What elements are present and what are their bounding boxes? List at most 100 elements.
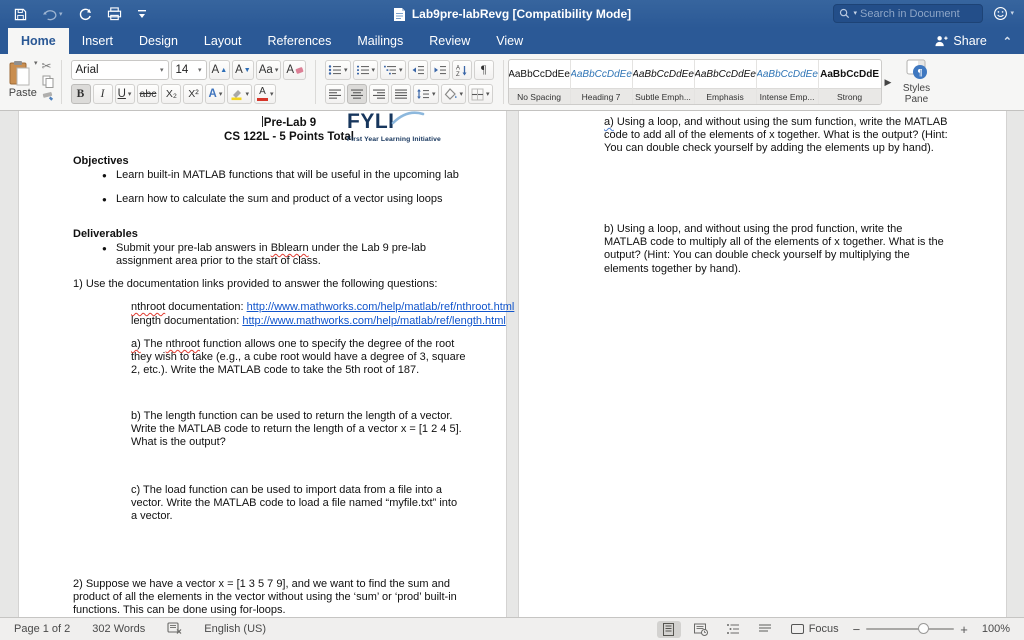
- question-2a: a) Using a loop, and without using the s…: [604, 116, 948, 155]
- share-button[interactable]: Share: [934, 34, 987, 48]
- sort-az-icon: AZ: [456, 65, 467, 77]
- align-center-button[interactable]: [347, 84, 367, 104]
- zoom-in-icon[interactable]: +: [960, 623, 968, 636]
- svg-text:Z: Z: [456, 72, 460, 77]
- paste-clipboard-icon: [9, 61, 30, 86]
- text-effects-button[interactable]: A ▾: [205, 84, 226, 104]
- redo-icon[interactable]: [78, 7, 92, 21]
- language-selector[interactable]: English (US): [204, 623, 266, 635]
- focus-toggle[interactable]: Focus: [790, 623, 839, 635]
- tab-layout[interactable]: Layout: [191, 28, 255, 54]
- multilevel-list-button[interactable]: ▾: [380, 60, 406, 80]
- font-family-value: Arial: [75, 64, 99, 76]
- align-right-button[interactable]: [369, 84, 389, 104]
- save-icon[interactable]: [14, 8, 27, 21]
- style-heading-7[interactable]: AaBbCcDdEe Heading 7: [570, 60, 633, 104]
- borders-button[interactable]: ▾: [468, 84, 493, 104]
- undo-icon[interactable]: ▾: [42, 8, 63, 21]
- style-emphasis[interactable]: AaBbCcDdEe Emphasis: [694, 60, 757, 104]
- tab-references[interactable]: References: [254, 28, 344, 54]
- numbered-list-button[interactable]: ▾: [352, 60, 379, 80]
- search-scope-caret[interactable]: ▾: [853, 10, 857, 17]
- grow-font-button[interactable]: A ▲: [208, 60, 231, 80]
- tab-insert[interactable]: Insert: [69, 28, 126, 54]
- customize-toolbar-icon[interactable]: [137, 8, 147, 20]
- share-label: Share: [953, 34, 987, 48]
- smiley-feedback-icon[interactable]: ▾: [993, 6, 1014, 21]
- style-no-spacing[interactable]: AaBbCcDdEe No Spacing: [508, 60, 571, 104]
- outline-view-icon[interactable]: [721, 621, 745, 638]
- question-1-intro: 1) Use the documentation links provided …: [73, 278, 438, 290]
- undo-dropdown-caret[interactable]: ▾: [59, 11, 63, 18]
- styles-gallery-more-icon[interactable]: ▶: [885, 77, 892, 88]
- page-1[interactable]: Pre-Lab 9 CS 122L - 5 Points Total FYLI …: [18, 111, 514, 617]
- tab-review[interactable]: Review: [416, 28, 483, 54]
- web-layout-view-icon[interactable]: [689, 621, 713, 638]
- feedback-dropdown-caret[interactable]: ▾: [1010, 10, 1014, 17]
- style-subtle-emphasis[interactable]: AaBbCcDdEe Subtle Emph...: [632, 60, 695, 104]
- svg-text:¶: ¶: [918, 68, 923, 78]
- align-left-button[interactable]: [325, 84, 345, 104]
- font-size-select[interactable]: 14 ▾: [170, 60, 207, 80]
- word-count[interactable]: 302 Words: [92, 623, 145, 635]
- line-spacing-icon: [417, 89, 429, 99]
- paste-button[interactable]: ▾ Paste: [8, 60, 38, 99]
- highlight-color-button[interactable]: ▾: [227, 84, 252, 104]
- shrink-font-button[interactable]: A ▼: [232, 60, 254, 80]
- tab-mailings[interactable]: Mailings: [344, 28, 416, 54]
- zoom-control: − +: [853, 623, 968, 636]
- shading-button[interactable]: ▾: [440, 84, 467, 104]
- zoom-percentage[interactable]: 100%: [982, 623, 1010, 635]
- sort-button[interactable]: AZ: [451, 60, 472, 80]
- collapse-ribbon-icon[interactable]: ⌃: [1003, 35, 1012, 48]
- format-painter-icon[interactable]: [42, 92, 55, 104]
- style-intense-emphasis[interactable]: AaBbCcDdEe Intense Emp...: [756, 60, 819, 104]
- proofing-errors-icon[interactable]: [167, 621, 182, 637]
- font-size-value: 14: [175, 64, 189, 76]
- bold-button[interactable]: B: [70, 84, 91, 104]
- question-1c: c) The load function can be used to impo…: [131, 484, 458, 523]
- page-count[interactable]: Page 1 of 2: [14, 623, 70, 635]
- align-left-icon: [329, 89, 341, 99]
- zoom-out-icon[interactable]: −: [853, 623, 861, 636]
- increase-indent-button[interactable]: [429, 60, 450, 80]
- font-family-select[interactable]: Arial ▾: [70, 60, 169, 80]
- print-layout-view-icon[interactable]: [656, 620, 681, 638]
- print-icon[interactable]: [107, 7, 122, 21]
- focus-icon: [790, 624, 804, 634]
- draft-view-icon[interactable]: [753, 621, 777, 638]
- page-2[interactable]: a) Using a loop, and without using the s…: [518, 111, 1007, 617]
- superscript-button[interactable]: X²: [183, 84, 204, 104]
- change-case-button[interactable]: Aa ▾: [255, 60, 282, 80]
- italic-button[interactable]: I: [92, 84, 113, 104]
- font-color-button[interactable]: A ▾: [253, 84, 277, 104]
- tab-design[interactable]: Design: [126, 28, 191, 54]
- styles-pane-button[interactable]: ¶ Styles Pane: [894, 59, 938, 105]
- decrease-indent-button[interactable]: [407, 60, 428, 80]
- multilevel-list-icon: [384, 65, 397, 75]
- nthroot-doc-link[interactable]: http://www.mathworks.com/help/matlab/ref…: [247, 301, 515, 313]
- tab-view[interactable]: View: [483, 28, 536, 54]
- strikethrough-button[interactable]: abc: [136, 84, 160, 104]
- text-cursor: [261, 116, 263, 127]
- tab-home[interactable]: Home: [8, 28, 69, 54]
- justify-button[interactable]: [391, 84, 411, 104]
- subscript-button[interactable]: X₂: [161, 84, 182, 104]
- status-bar: Page 1 of 2 302 Words English (US) Focus: [0, 617, 1024, 640]
- copy-icon[interactable]: [42, 75, 54, 88]
- underline-button[interactable]: U ▾: [114, 84, 135, 104]
- clear-formatting-button[interactable]: A: [283, 60, 306, 80]
- cut-icon[interactable]: ✂: [42, 60, 55, 72]
- bullet-list-icon: [328, 65, 341, 75]
- length-doc-link[interactable]: http://www.mathworks.com/help/matlab/ref…: [242, 315, 506, 327]
- search-box[interactable]: ▾: [833, 4, 984, 23]
- paste-dropdown-caret[interactable]: ▾: [34, 60, 38, 67]
- show-paragraph-marks-button[interactable]: ¶: [473, 60, 494, 80]
- zoom-slider-track[interactable]: [866, 623, 955, 634]
- line-spacing-button[interactable]: ▾: [413, 84, 439, 104]
- search-input[interactable]: [860, 7, 978, 20]
- bullet-list-button[interactable]: ▾: [325, 60, 351, 80]
- zoom-slider-knob[interactable]: [918, 623, 930, 634]
- style-strong[interactable]: AaBbCcDdE Strong: [818, 60, 881, 104]
- search-icon: [840, 8, 850, 19]
